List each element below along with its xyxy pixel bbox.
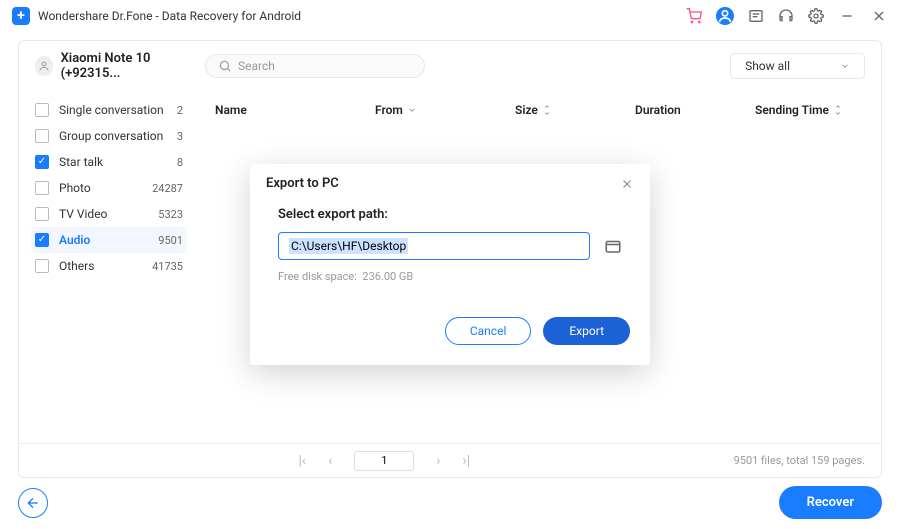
close-icon[interactable] xyxy=(620,177,634,191)
export-path-input[interactable]: C:\Users\HF\Desktop xyxy=(278,232,590,260)
modal-overlay: Export to PC Select export path: C:\User… xyxy=(0,0,900,529)
disk-space-info: Free disk space: 236.00 GB xyxy=(278,270,622,283)
modal-title: Export to PC xyxy=(266,176,620,191)
cancel-button[interactable]: Cancel xyxy=(445,317,532,345)
export-button[interactable]: Export xyxy=(543,317,630,345)
export-modal: Export to PC Select export path: C:\User… xyxy=(250,164,650,365)
export-path-label: Select export path: xyxy=(278,207,622,222)
browse-folder-icon[interactable] xyxy=(604,237,622,255)
